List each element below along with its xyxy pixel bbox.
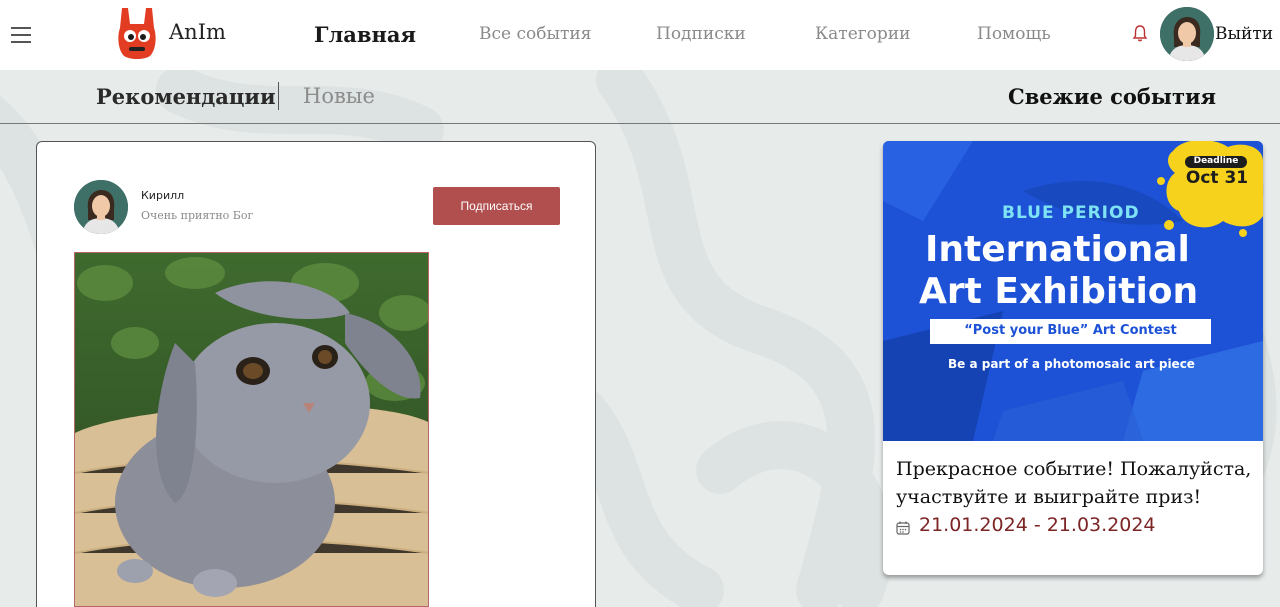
post-author-name[interactable]: Кирилл: [141, 189, 184, 202]
event-tagline: Be a part of a photomosaic art piece: [948, 357, 1195, 371]
user-avatar-image: [1160, 7, 1214, 61]
deadline-date: Oct 31: [1185, 168, 1249, 188]
user-avatar[interactable]: [1160, 7, 1214, 61]
post-author-avatar-image: [74, 180, 128, 234]
calendar-icon: [896, 521, 910, 535]
post-card: Кирилл Очень приятно Бог Подписаться: [36, 141, 596, 607]
event-description: Прекрасное событие! Пожалуйста, участвуй…: [896, 458, 1252, 508]
top-navbar: AnIm Главная Все события Подписки Катего…: [0, 0, 1280, 70]
fresh-events-title: Свежие события: [1008, 84, 1217, 109]
post-image[interactable]: [74, 252, 429, 607]
nav-all-events[interactable]: Все события: [479, 24, 591, 44]
post-author-avatar[interactable]: [74, 180, 128, 234]
brand-name: AnIm: [169, 20, 226, 44]
nav-help[interactable]: Помощь: [977, 24, 1051, 44]
tab-recommendations[interactable]: Рекомендации: [96, 84, 276, 109]
post-author-status: Очень приятно Бог: [141, 209, 254, 222]
nav-subscriptions[interactable]: Подписки: [656, 24, 746, 44]
tab-divider: [278, 82, 279, 110]
event-banner[interactable]: Deadline Oct 31 BLUE PERIOD Internationa…: [883, 141, 1263, 441]
nav-categories[interactable]: Категории: [815, 24, 910, 44]
event-title-line2: Art Exhibition: [919, 271, 1199, 312]
nav-home[interactable]: Главная: [314, 22, 416, 47]
logout-link[interactable]: Выйти: [1215, 24, 1273, 44]
subscribe-button[interactable]: Подписаться: [433, 187, 560, 225]
event-title-line1: International: [925, 229, 1190, 270]
bunny-photo: [75, 253, 428, 606]
deadline-label: Deadline: [1193, 156, 1239, 166]
bell-icon[interactable]: [1132, 24, 1148, 42]
menu-icon[interactable]: [11, 27, 31, 43]
tab-new[interactable]: Новые: [303, 84, 375, 108]
logo-icon[interactable]: [116, 6, 158, 60]
event-brand-logo: BLUE PERIOD: [1002, 203, 1140, 223]
sub-navbar: Рекомендации Новые Свежие события: [0, 70, 1280, 124]
event-contest: “Post your Blue” Art Contest: [964, 323, 1177, 338]
event-dates: 21.01.2024 - 21.03.2024: [919, 514, 1156, 536]
event-card[interactable]: Deadline Oct 31 BLUE PERIOD Internationa…: [883, 141, 1263, 575]
